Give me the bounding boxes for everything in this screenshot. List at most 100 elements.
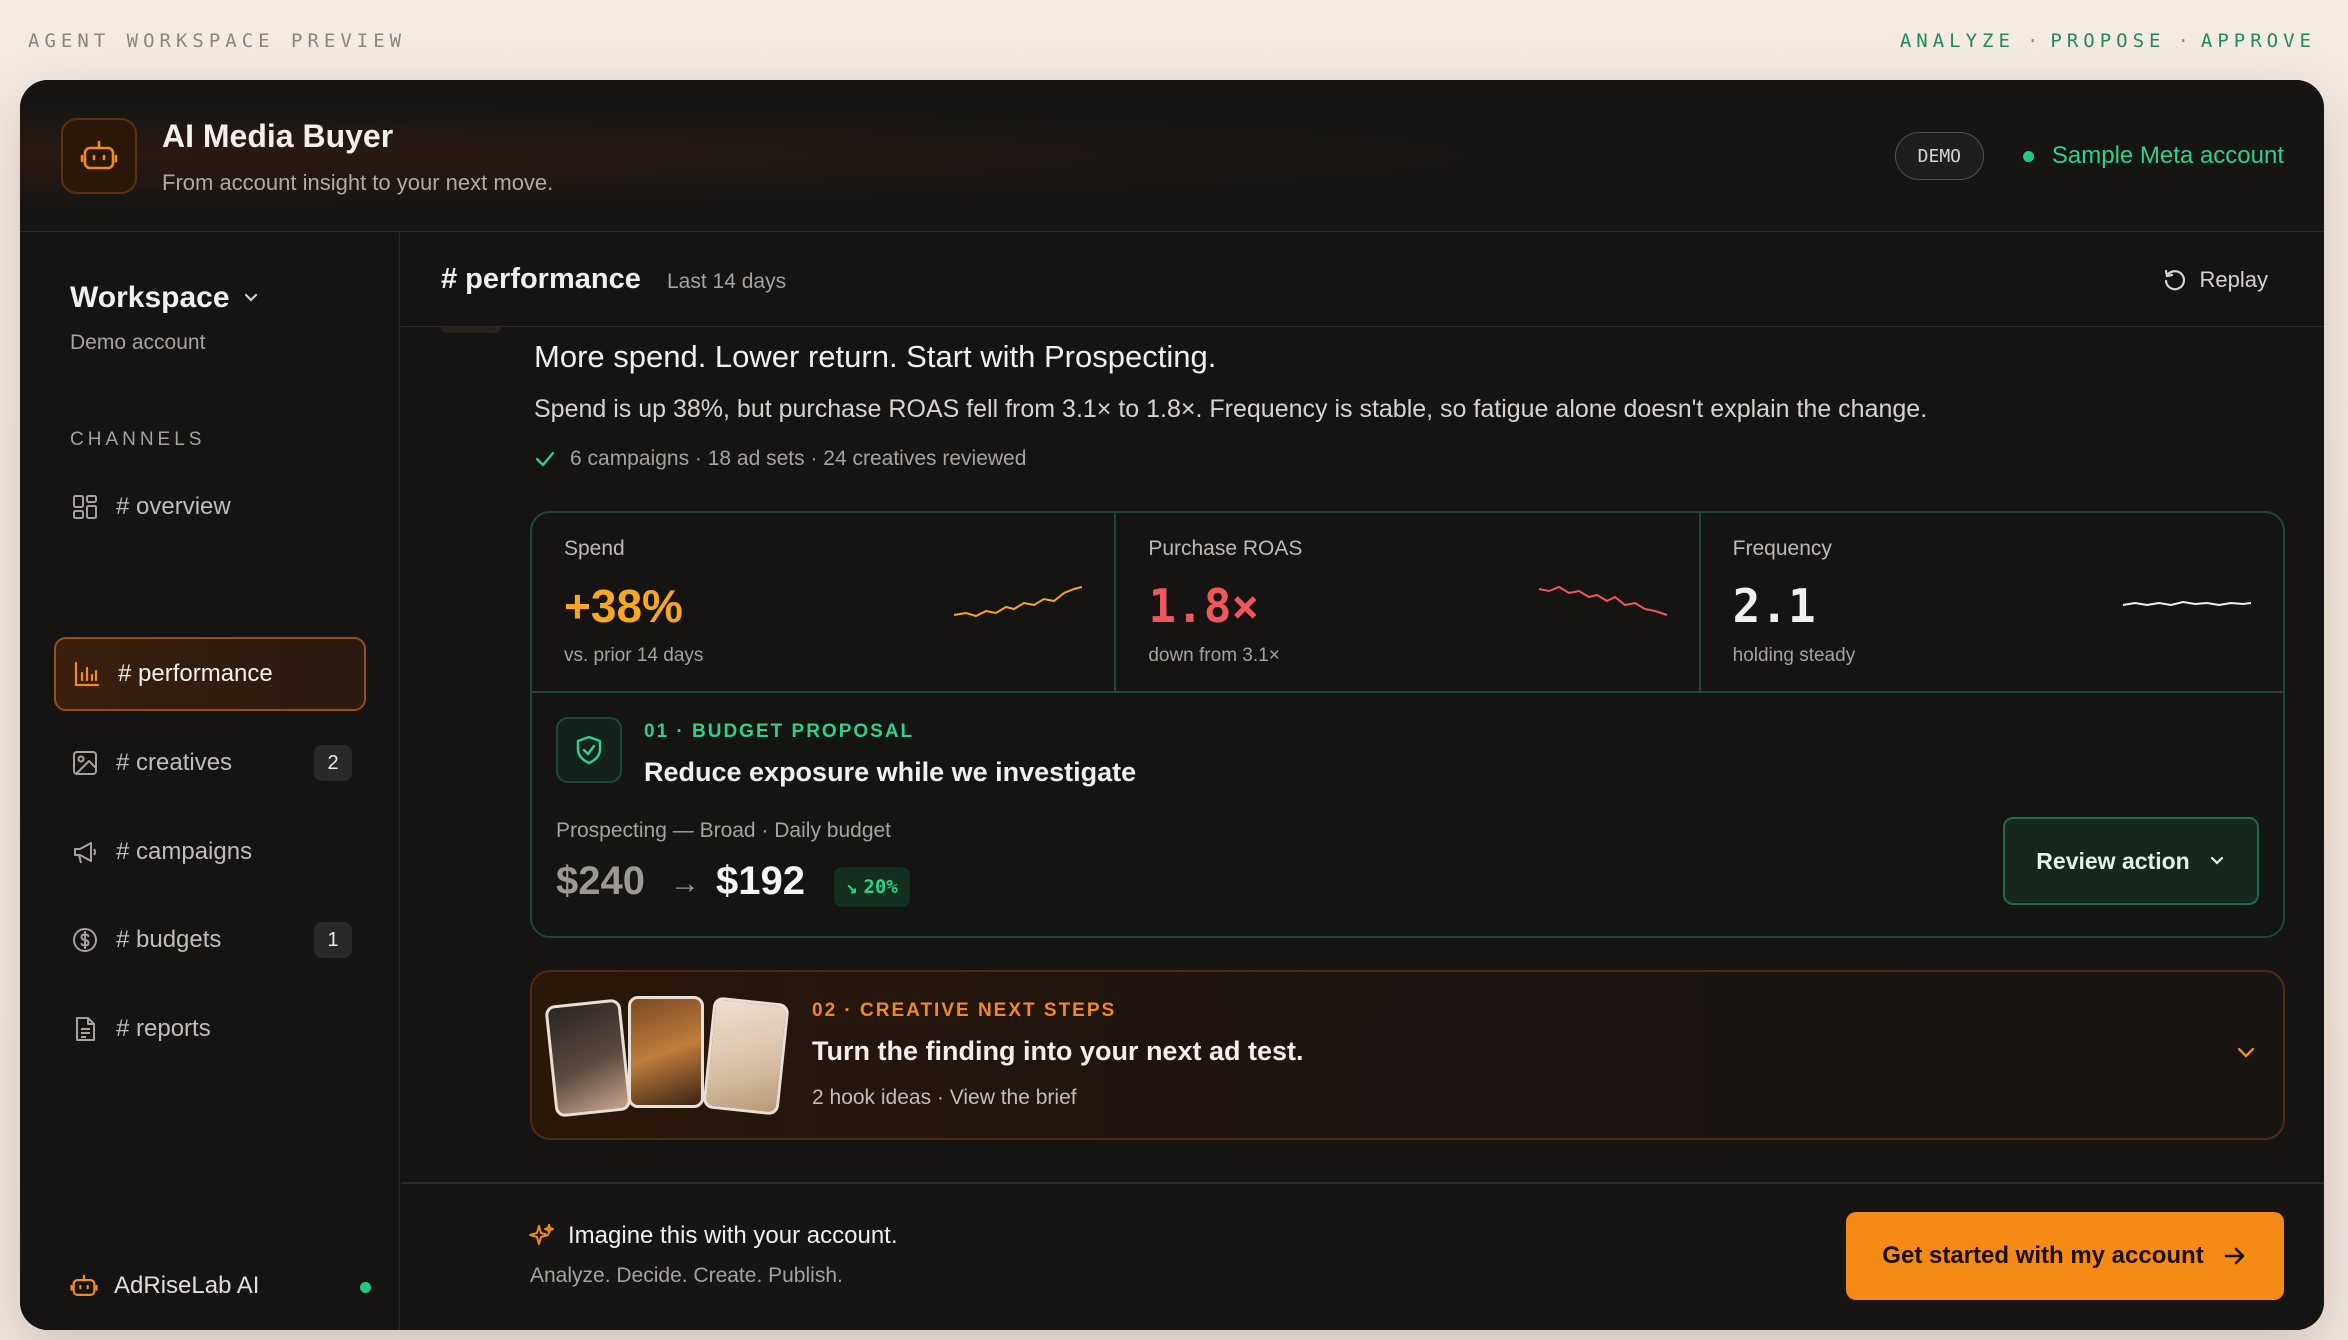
app-subtitle: From account insight to your next move. [162,170,554,195]
cta-title: Imagine this with your account. [568,1222,898,1249]
sidebar-item-creatives[interactable]: # creatives 2 [54,726,366,800]
image-icon [70,748,100,778]
chevron-down-icon [244,293,257,302]
roas-sparkline [1538,585,1667,616]
sidebar-item-performance[interactable]: # performance [54,637,366,711]
bar-chart-icon [72,659,102,689]
creative-tag: 02 · CREATIVE NEXT STEPS [812,1000,1117,1021]
replay-label: Replay [2199,267,2268,292]
avatar-stub [441,327,501,333]
budget-proposal: 01 · BUDGET PROPOSAL Reduce exposure whi… [532,693,2283,936]
budget-new-value: $192 [716,859,805,903]
replay-icon [2164,269,2185,291]
insight-summary: Spend is up 38%, but purchase ROAS fell … [534,395,1928,423]
metric-value: +38% [564,580,683,632]
review-action-button[interactable]: Review action [2003,817,2259,905]
insight-headline: More spend. Lower return. Start with Pro… [534,339,1217,374]
app-window: AI Media Buyer From account insight to y… [20,80,2324,1330]
get-started-button[interactable]: Get started with my account [1846,1212,2284,1300]
metric-value: 2.1 [1732,579,1816,633]
workspace-title: Workspace [70,281,230,314]
workspace-sub: Demo account [70,331,206,354]
shield-icon [556,717,622,783]
metric-label: Spend [564,537,625,560]
get-started-label: Get started with my account [1882,1242,2204,1269]
metric-roas: Purchase ROAS 1.8× down from 3.1× [1116,513,1701,691]
preview-steps: ANALYZE · PROPOSE · APPROVE [1899,30,2316,52]
review-scope-text: 6 campaigns · 18 ad sets · 24 creatives … [570,447,1027,470]
replay-button[interactable]: Replay [2162,267,2268,293]
account-name: Sample Meta account [2051,142,2284,169]
metric-sub: down from 3.1× [1148,645,1280,666]
chevron-down-icon [2210,856,2223,865]
dollar-icon [70,925,100,955]
sidebar-item-campaigns[interactable]: # campaigns [54,815,366,889]
online-dot-icon [360,1282,371,1293]
metric-frequency: Frequency 2.1 holding steady [1701,513,2283,691]
budget-change-value: 20% [863,876,898,898]
agent-footer: AdRiseLab AI [70,1272,371,1300]
robot-icon [61,118,137,194]
cta-subtitle: Analyze. Decide. Create. Publish. [530,1264,843,1287]
account-status[interactable]: Sample Meta account [2022,142,2284,170]
grid-icon [70,492,100,522]
sidebar-item-label: # campaigns [116,838,253,865]
sidebar-item-label: # performance [118,660,273,687]
cta-title-row: Imagine this with your account. [528,1222,898,1250]
budgets-count-badge: 1 [314,922,352,958]
workspace-switcher[interactable]: Workspace [70,281,260,315]
demo-badge: DEMO [1894,132,1984,180]
agent-name: AdRiseLab AI [114,1272,260,1299]
sidebar-item-overview[interactable]: # overview [54,470,366,544]
check-icon [535,451,555,467]
metric-label: Frequency [1732,537,1832,560]
budget-old-value: $240 [556,859,645,903]
channel-title: # performance [441,263,641,295]
channel-header: # performance Last 14 days Replay [401,233,2324,327]
creative-thumbnails [544,996,790,1118]
sparkles-icon [529,1224,554,1245]
sidebar-item-reports[interactable]: # reports [54,992,366,1066]
insight-panel: Spend +38% vs. prior 14 days Purchase RO… [530,511,2285,938]
step-propose: PROPOSE [2050,30,2166,52]
cta-bar: Imagine this with your account. Analyze.… [401,1182,2324,1330]
creative-thumbnail [544,998,632,1118]
creatives-count-badge: 2 [314,745,352,781]
frequency-sparkline [2122,600,2252,607]
app-title: AI Media Buyer [162,118,394,154]
review-action-label: Review action [2036,847,2190,874]
metric-label: Purchase ROAS [1148,537,1303,560]
online-dot-icon [2022,150,2034,162]
metric-spend: Spend +38% vs. prior 14 days [532,513,1117,691]
creative-thumbnail [628,996,704,1108]
sidebar-item-label: # overview [116,493,231,520]
channels-label: CHANNELS [70,429,206,450]
megaphone-icon [70,837,100,867]
step-analyze: ANALYZE [1899,30,2015,52]
metric-sub: vs. prior 14 days [564,645,704,666]
metrics-row: Spend +38% vs. prior 14 days Purchase RO… [532,513,2283,693]
review-scope: 6 campaigns · 18 ad sets · 24 creatives … [534,447,1026,471]
sidebar: Workspace Demo account CHANNELS # overvi… [20,233,400,1330]
arrow-right-icon: → [670,867,700,900]
sidebar-item-budgets[interactable]: # budgets 1 [54,903,366,977]
sidebar-item-label: # reports [116,1015,211,1042]
proposal-target: Prospecting — Broad · Daily budget [556,819,892,842]
sidebar-item-label: # budgets [116,926,222,953]
arrow-right-icon [2224,1247,2245,1265]
proposal-tag: 01 · BUDGET PROPOSAL [644,721,915,742]
metric-value: 1.8× [1148,579,1260,633]
channel-main: # performance Last 14 days Replay More s… [401,233,2324,1330]
preview-label: AGENT WORKSPACE PREVIEW [28,30,407,52]
creative-next-steps[interactable]: 02 · CREATIVE NEXT STEPS Turn the findin… [530,970,2285,1140]
budget-change-chip: ↘ 20% [834,867,910,907]
arrow-down-right-icon: ↘ [846,876,858,898]
proposal-title: Reduce exposure while we investigate [644,757,1137,787]
chevron-down-icon[interactable] [2233,1040,2259,1066]
sidebar-item-label: # creatives [116,749,233,776]
spend-sparkline [954,586,1083,618]
date-range: Last 14 days [667,270,787,293]
robot-icon [70,1274,98,1296]
creative-title: Turn the finding into your next ad test. [812,1036,1304,1066]
creative-thumbnail [702,996,790,1116]
